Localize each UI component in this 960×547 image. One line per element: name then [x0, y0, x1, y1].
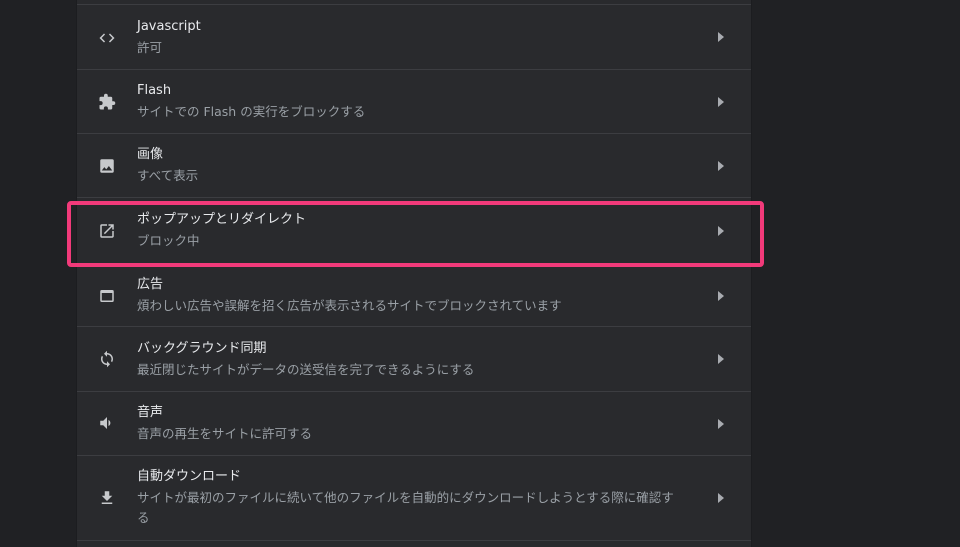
open-in-new-icon — [97, 221, 117, 241]
divider — [77, 540, 751, 547]
settings-item-subtitle: すべて表示 — [137, 168, 199, 183]
chevron-right-icon — [717, 32, 725, 42]
settings-item-subtitle: サイトが最初のファイルに続いて他のファイルを自動的にダウンロードしようとする際に… — [137, 490, 674, 525]
settings-item-auto-downloads[interactable]: 自動ダウンロード サイトが最初のファイルに続いて他のファイルを自動的にダウンロー… — [77, 455, 751, 540]
puzzle-piece-icon — [97, 92, 117, 112]
settings-item-flash[interactable]: Flash サイトでの Flash の実行をブロックする — [77, 69, 751, 133]
browser-window-icon — [97, 286, 117, 306]
chevron-right-icon — [717, 226, 725, 236]
settings-item-sound[interactable]: 音声 音声の再生をサイトに許可する — [77, 391, 751, 455]
settings-item-background-sync[interactable]: バックグラウンド同期 最近閉じたサイトがデータの送受信を完了できるようにする — [77, 326, 751, 391]
code-brackets-icon — [97, 28, 117, 48]
settings-item-subtitle: サイトでの Flash の実行をブロックする — [137, 104, 366, 119]
settings-item-popups-redirects[interactable]: ポップアップとリダイレクト ブロック中 — [77, 197, 751, 265]
image-icon — [97, 156, 117, 176]
settings-item-subtitle: 音声の再生をサイトに許可する — [137, 426, 313, 441]
sync-icon — [97, 349, 117, 369]
chevron-right-icon — [717, 419, 725, 429]
download-icon — [97, 488, 117, 508]
chevron-right-icon — [717, 97, 725, 107]
settings-item-title: Flash — [137, 83, 172, 98]
settings-item-title: 画像 — [137, 147, 164, 162]
settings-item-subtitle: 最近閉じたサイトがデータの送受信を完了できるようにする — [137, 362, 475, 377]
settings-item-title: ポップアップとリダイレクト — [137, 212, 307, 227]
content-settings-panel: Javascript 許可 Flash サイトでの Flash の実行をブロック… — [76, 0, 752, 547]
chevron-right-icon — [717, 493, 725, 503]
settings-item-images[interactable]: 画像 すべて表示 — [77, 133, 751, 197]
settings-item-subtitle: 許可 — [137, 40, 163, 55]
chevron-right-icon — [717, 354, 725, 364]
settings-item-title: 音声 — [137, 405, 164, 420]
chevron-right-icon — [717, 161, 725, 171]
settings-item-ads[interactable]: 広告 煩わしい広告や誤解を招く広告が表示されるサイトでブロックされています — [77, 265, 751, 326]
settings-item-subtitle: 煩わしい広告や誤解を招く広告が表示されるサイトでブロックされています — [137, 298, 562, 313]
settings-item-subtitle: ブロック中 — [137, 233, 200, 248]
settings-item-javascript[interactable]: Javascript 許可 — [77, 4, 751, 69]
page: Javascript 許可 Flash サイトでの Flash の実行をブロック… — [0, 0, 960, 547]
settings-item-title: Javascript — [137, 19, 201, 34]
speaker-icon — [97, 413, 117, 433]
settings-item-title: 自動ダウンロード — [137, 469, 242, 484]
settings-item-title: 広告 — [137, 277, 164, 292]
chevron-right-icon — [717, 291, 725, 301]
settings-item-title: バックグラウンド同期 — [137, 341, 267, 356]
